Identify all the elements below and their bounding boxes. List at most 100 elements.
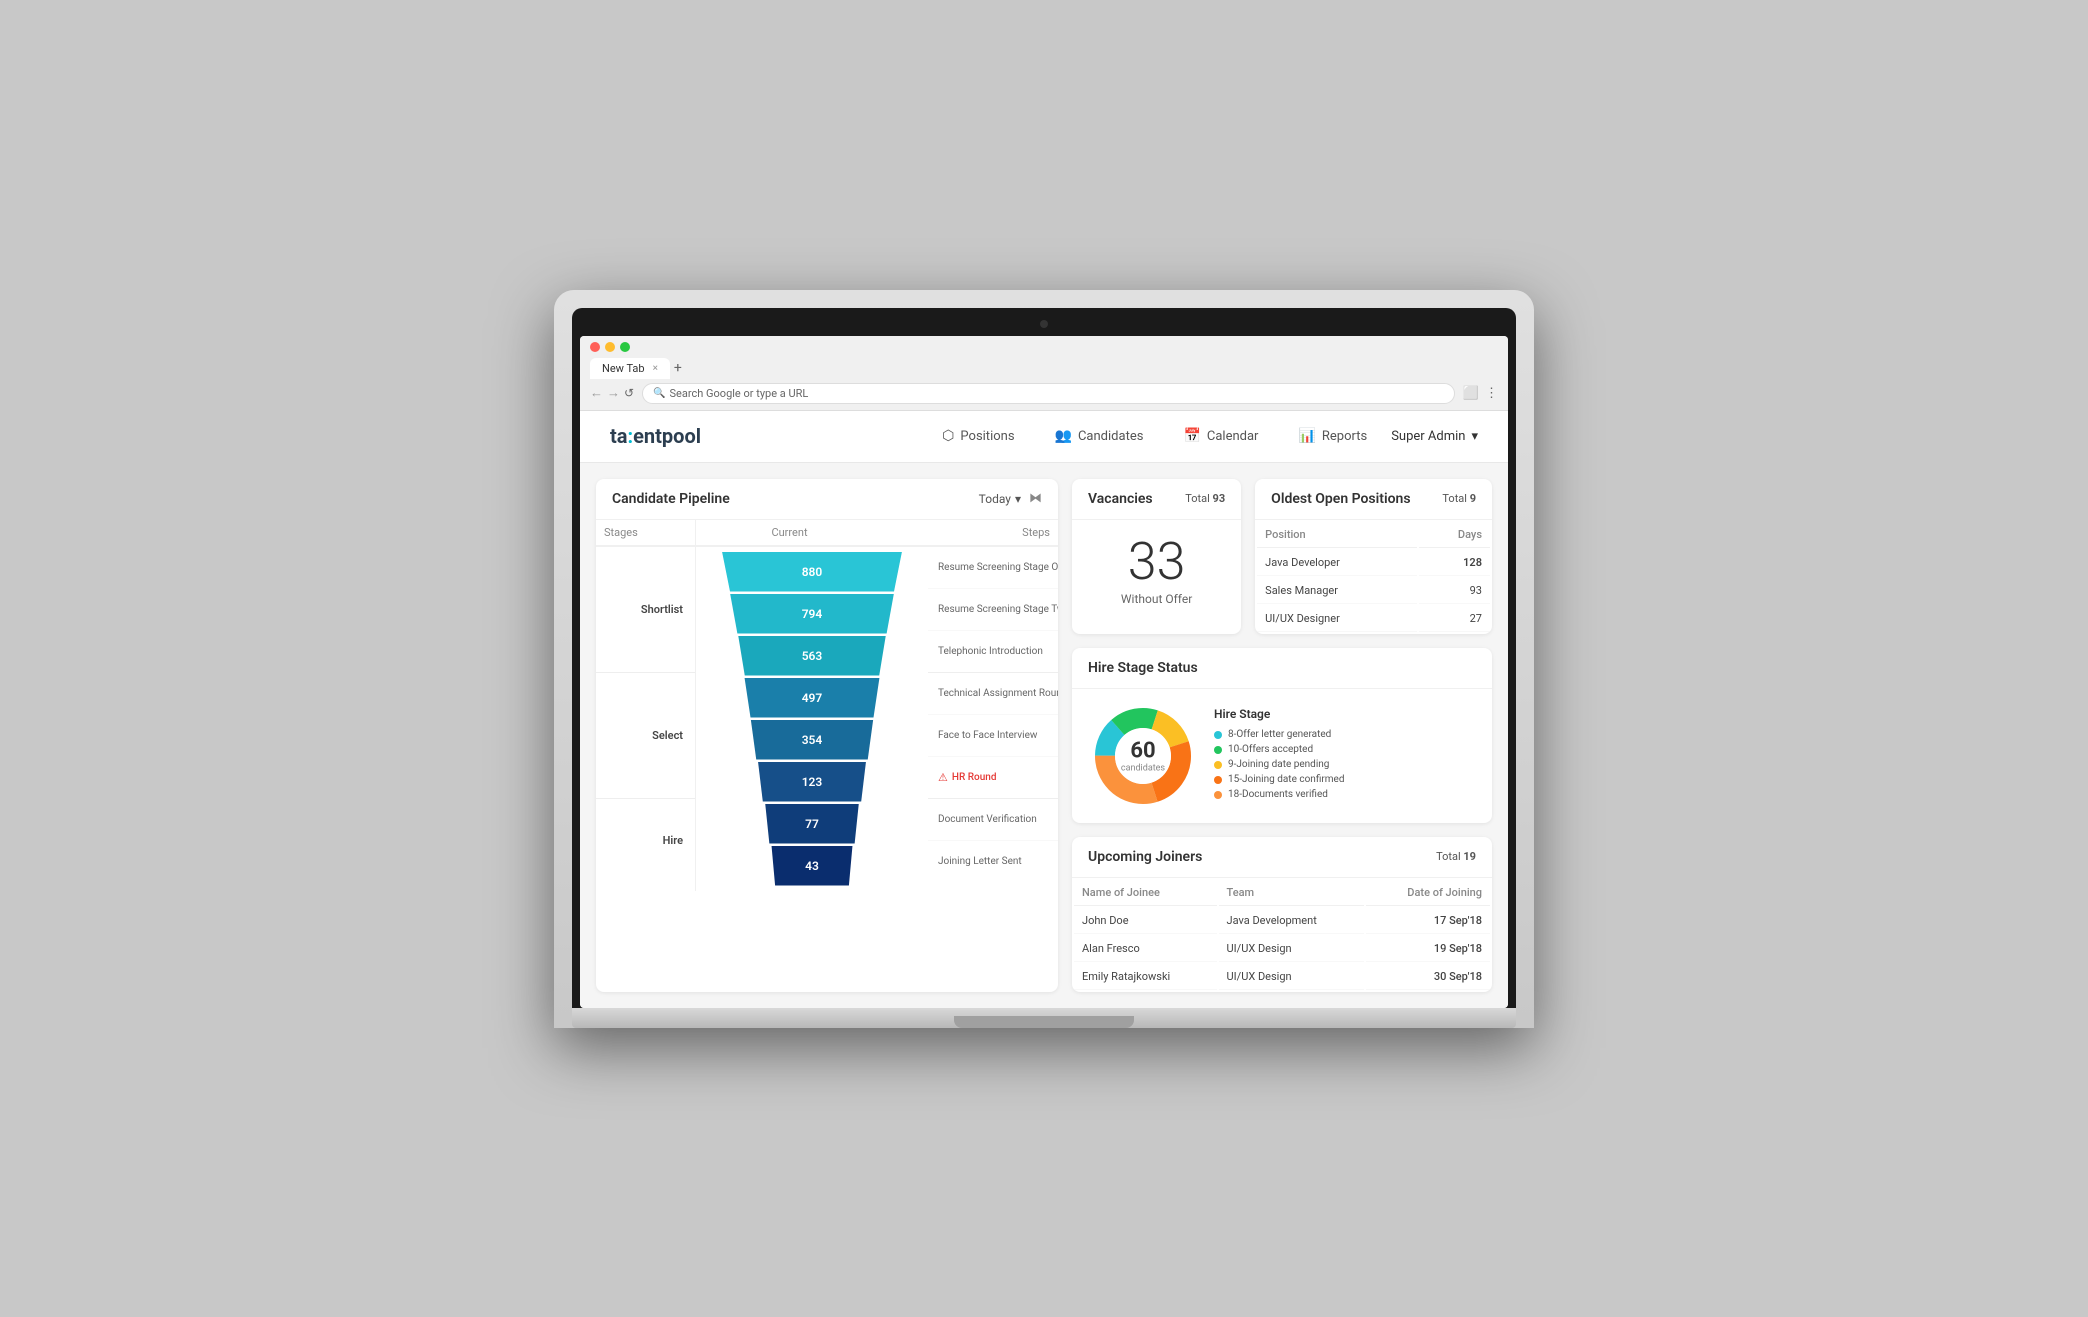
today-filter[interactable]: Today ▾ xyxy=(979,492,1021,506)
joiner-name-2: Alan Fresco xyxy=(1074,936,1217,962)
joiner-team-3: UI/UX Design xyxy=(1219,964,1364,990)
step-1: Resume Screening Stage One xyxy=(928,547,1058,589)
logo: ta:entpool xyxy=(610,424,701,448)
vacancies-title: Vacancies xyxy=(1088,491,1153,507)
oldest-positions-card: Oldest Open Positions Total 9 xyxy=(1255,479,1492,634)
step-3: Telephonic Introduction xyxy=(928,631,1058,673)
funnel-column: 880 794 563 497 354 123 xyxy=(696,547,928,891)
right-column: Vacancies Total 93 33 Without Offer xyxy=(1072,479,1492,992)
joiners-header: Upcoming Joiners Total 19 xyxy=(1072,837,1492,878)
close-window-button[interactable] xyxy=(590,342,600,352)
menu-icon[interactable]: ⋮ xyxy=(1485,386,1498,401)
joiner-date-3: 30 Sep'18 xyxy=(1366,964,1490,990)
vacancies-card: Vacancies Total 93 33 Without Offer xyxy=(1072,479,1241,634)
minimize-window-button[interactable] xyxy=(605,342,615,352)
vacancy-number: 33 xyxy=(1088,536,1225,588)
step-7: Document Verification xyxy=(928,799,1058,841)
legend-item-3: 9-Joining date pending xyxy=(1214,759,1476,770)
calendar-icon: 📅 xyxy=(1183,428,1200,444)
hire-stage-body: 60 candidates Hire Stage 8-Offer letter … xyxy=(1072,689,1492,823)
current-col-header: Current xyxy=(696,520,883,546)
joiner-row-2: Alan Fresco UI/UX Design 19 Sep'18 xyxy=(1074,936,1490,962)
oldest-header: Oldest Open Positions Total 9 xyxy=(1255,479,1492,520)
laptop-base xyxy=(572,1008,1516,1028)
legend-dot-2 xyxy=(1214,746,1222,754)
joiner-team-2: UI/UX Design xyxy=(1219,936,1364,962)
legend-label-1: 8-Offer letter generated xyxy=(1228,729,1331,740)
legend-label-3: 9-Joining date pending xyxy=(1228,759,1329,770)
legend-dot-1 xyxy=(1214,731,1222,739)
active-tab[interactable]: New Tab × xyxy=(590,358,670,379)
address-bar[interactable]: 🔍 Search Google or type a URL xyxy=(642,383,1455,404)
screen-bezel: New Tab × + ← → ↺ 🔍 Search Google or typ… xyxy=(572,308,1516,1008)
app-header: ta:entpool ⬡ Positions 👥 Candidates 📅 xyxy=(580,411,1508,463)
forward-button[interactable]: → xyxy=(607,385,620,401)
stages-column: Shortlist Select Hire xyxy=(596,547,696,891)
nav-bar: ← → ↺ 🔍 Search Google or type a URL ⬜ ⋮ xyxy=(590,383,1498,404)
tab-close-button[interactable]: × xyxy=(653,363,658,374)
extensions-icon[interactable]: ⬜ xyxy=(1463,386,1479,401)
stage-shortlist: Shortlist xyxy=(596,547,695,673)
positions-icon: ⬡ xyxy=(942,428,954,444)
donut-number: 60 xyxy=(1121,738,1165,763)
admin-chevron-icon: ▾ xyxy=(1471,429,1478,444)
position-name-2: Sales Manager xyxy=(1257,578,1417,604)
joiners-table: Name of Joinee Team Date of Joining John… xyxy=(1072,878,1492,992)
joiners-total-badge: Total 19 xyxy=(1436,850,1476,863)
donut-center: 60 candidates xyxy=(1121,738,1165,773)
maximize-window-button[interactable] xyxy=(620,342,630,352)
vacancies-body: 33 Without Offer xyxy=(1072,520,1241,622)
nav-reports[interactable]: 📊 Reports xyxy=(1294,428,1371,444)
admin-label: Super Admin xyxy=(1391,429,1465,444)
hire-legend-title: Hire Stage xyxy=(1214,707,1476,721)
nav-candidates-label: Candidates xyxy=(1078,429,1143,444)
joiner-team-1: Java Development xyxy=(1219,908,1364,934)
legend-dot-3 xyxy=(1214,761,1222,769)
new-tab-button[interactable]: + xyxy=(674,360,682,376)
pipeline-actions: Today ▾ ⧓ xyxy=(979,491,1042,506)
pipeline-rows: Shortlist Select Hire 880 xyxy=(596,547,1058,891)
admin-dropdown[interactable]: Super Admin ▾ xyxy=(1391,429,1478,444)
joiner-date-2: 19 Sep'18 xyxy=(1366,936,1490,962)
refresh-button[interactable]: ↺ xyxy=(624,386,634,400)
vacancies-total-badge: Total 93 xyxy=(1185,492,1225,505)
traffic-lights xyxy=(590,342,1498,352)
main-content: Candidate Pipeline Today ▾ ⧓ S xyxy=(580,463,1508,1008)
nav-candidates[interactable]: 👥 Candidates xyxy=(1051,428,1148,444)
position-row-2: Sales Manager 93 xyxy=(1257,578,1490,604)
legend-dot-4 xyxy=(1214,776,1222,784)
app-container: ta:entpool ⬡ Positions 👥 Candidates 📅 xyxy=(580,411,1508,1008)
today-chevron-icon: ▾ xyxy=(1015,492,1021,506)
step-2: Resume Screening Stage Two xyxy=(928,589,1058,631)
vacancy-label: Without Offer xyxy=(1088,592,1225,606)
joiner-name-1: John Doe xyxy=(1074,908,1217,934)
stages-col-header: Stages xyxy=(596,520,696,546)
position-name-3: UI/UX Designer xyxy=(1257,606,1417,632)
oldest-title: Oldest Open Positions xyxy=(1271,491,1410,507)
joiner-name-3: Emily Ratajkowski xyxy=(1074,964,1217,990)
step-5: Face to Face Interview xyxy=(928,715,1058,757)
funnel-bar-8: 43 xyxy=(767,846,857,886)
browser-chrome: New Tab × + ← → ↺ 🔍 Search Google or typ… xyxy=(580,336,1508,411)
hire-stage-header: Hire Stage Status xyxy=(1072,648,1492,689)
nav-calendar[interactable]: 📅 Calendar xyxy=(1179,428,1262,444)
donut-chart: 60 candidates xyxy=(1088,701,1198,811)
address-text: Search Google or type a URL xyxy=(670,387,809,400)
hire-stage-title: Hire Stage Status xyxy=(1088,660,1198,676)
back-button[interactable]: ← xyxy=(590,385,603,401)
vacancies-header: Vacancies Total 93 xyxy=(1072,479,1241,520)
funnel-bar-5: 354 xyxy=(744,720,880,760)
step-8: Joining Letter Sent xyxy=(928,841,1058,883)
funnel-bar-7: 77 xyxy=(760,804,864,844)
joiner-row-3: Emily Ratajkowski UI/UX Design 30 Sep'18 xyxy=(1074,964,1490,990)
pipeline-card-header: Candidate Pipeline Today ▾ ⧓ xyxy=(596,479,1058,520)
nav-positions[interactable]: ⬡ Positions xyxy=(938,428,1018,444)
funnel-bar-1: 880 xyxy=(712,552,912,592)
screen: New Tab × + ← → ↺ 🔍 Search Google or typ… xyxy=(580,336,1508,1008)
pipeline-card: Candidate Pipeline Today ▾ ⧓ S xyxy=(596,479,1058,992)
nav-positions-label: Positions xyxy=(960,429,1014,444)
filter-icon[interactable]: ⧓ xyxy=(1029,491,1042,506)
joiner-date-1: 17 Sep'18 xyxy=(1366,908,1490,934)
joiner-team-col: Team xyxy=(1219,880,1364,906)
laptop-frame: New Tab × + ← → ↺ 🔍 Search Google or typ… xyxy=(554,290,1534,1028)
